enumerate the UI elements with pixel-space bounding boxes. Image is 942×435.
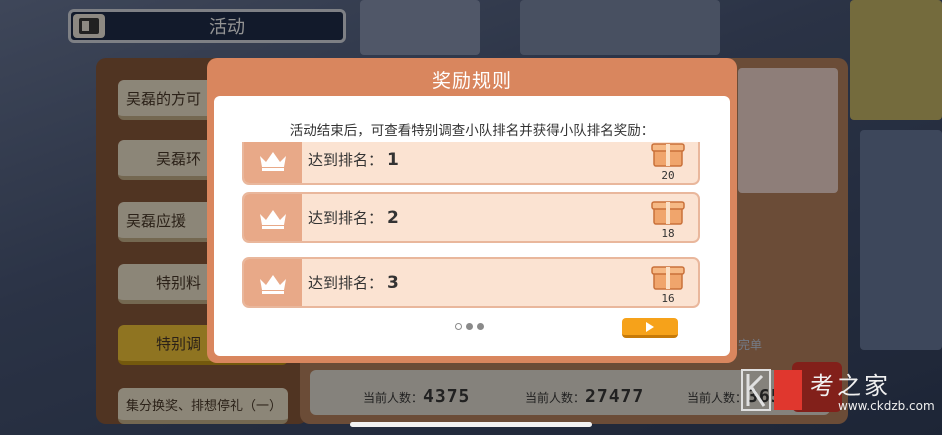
gift-box-icon (651, 266, 685, 290)
rank-text: 达到排名： 2 (308, 194, 399, 241)
rank-number: 3 (387, 272, 399, 293)
modal-body: 活动结束后，可查看特别调查小队排名并获得小队排名奖励： 达到排名： 1 20 达… (214, 96, 730, 356)
crown-cell (244, 259, 302, 306)
reward-quantity: 20 (661, 169, 675, 182)
rank-number: 2 (387, 207, 399, 228)
rank-number: 1 (387, 149, 399, 170)
crown-icon (260, 209, 286, 229)
watermark-logo-icon (741, 369, 802, 411)
watermark-url: www.ckdzb.com (838, 399, 935, 413)
reward-row: 达到排名： 1 20 (242, 142, 700, 185)
reward-item[interactable]: 18 (646, 196, 690, 240)
page-dot[interactable] (466, 323, 473, 330)
reward-quantity: 16 (661, 292, 675, 305)
crown-icon (260, 274, 286, 294)
pagination-dots (455, 323, 484, 330)
page-dot[interactable] (477, 323, 484, 330)
crown-cell (244, 194, 302, 241)
rank-text: 达到排名： 3 (308, 259, 399, 306)
rank-label: 达到排名： (308, 274, 384, 292)
rank-label: 达到排名： (308, 209, 384, 227)
reward-row: 达到排名： 3 16 (242, 257, 700, 308)
page-dot-current[interactable] (455, 323, 462, 330)
play-icon (646, 321, 654, 332)
crown-cell (244, 142, 302, 183)
watermark-text: 考之家 (810, 372, 891, 400)
crown-icon (260, 151, 286, 171)
reward-quantity: 18 (661, 227, 675, 240)
rank-label: 达到排名： (308, 151, 384, 169)
home-indicator[interactable] (350, 422, 592, 427)
next-page-button[interactable] (622, 318, 678, 338)
reward-row: 达到排名： 2 18 (242, 192, 700, 243)
reward-list[interactable]: 达到排名： 1 20 达到排名： 2 18 达到排名： 3 16 (242, 142, 700, 308)
gift-box-icon (651, 201, 685, 225)
reward-item[interactable]: 20 (646, 142, 690, 182)
gift-box-icon (651, 143, 685, 167)
rules-description: 活动结束后，可查看特别调查小队排名并获得小队排名奖励： (289, 123, 655, 139)
rank-text: 达到排名： 1 (308, 142, 399, 183)
modal-title: 奖励规则 (431, 69, 512, 92)
reward-item[interactable]: 16 (646, 261, 690, 305)
